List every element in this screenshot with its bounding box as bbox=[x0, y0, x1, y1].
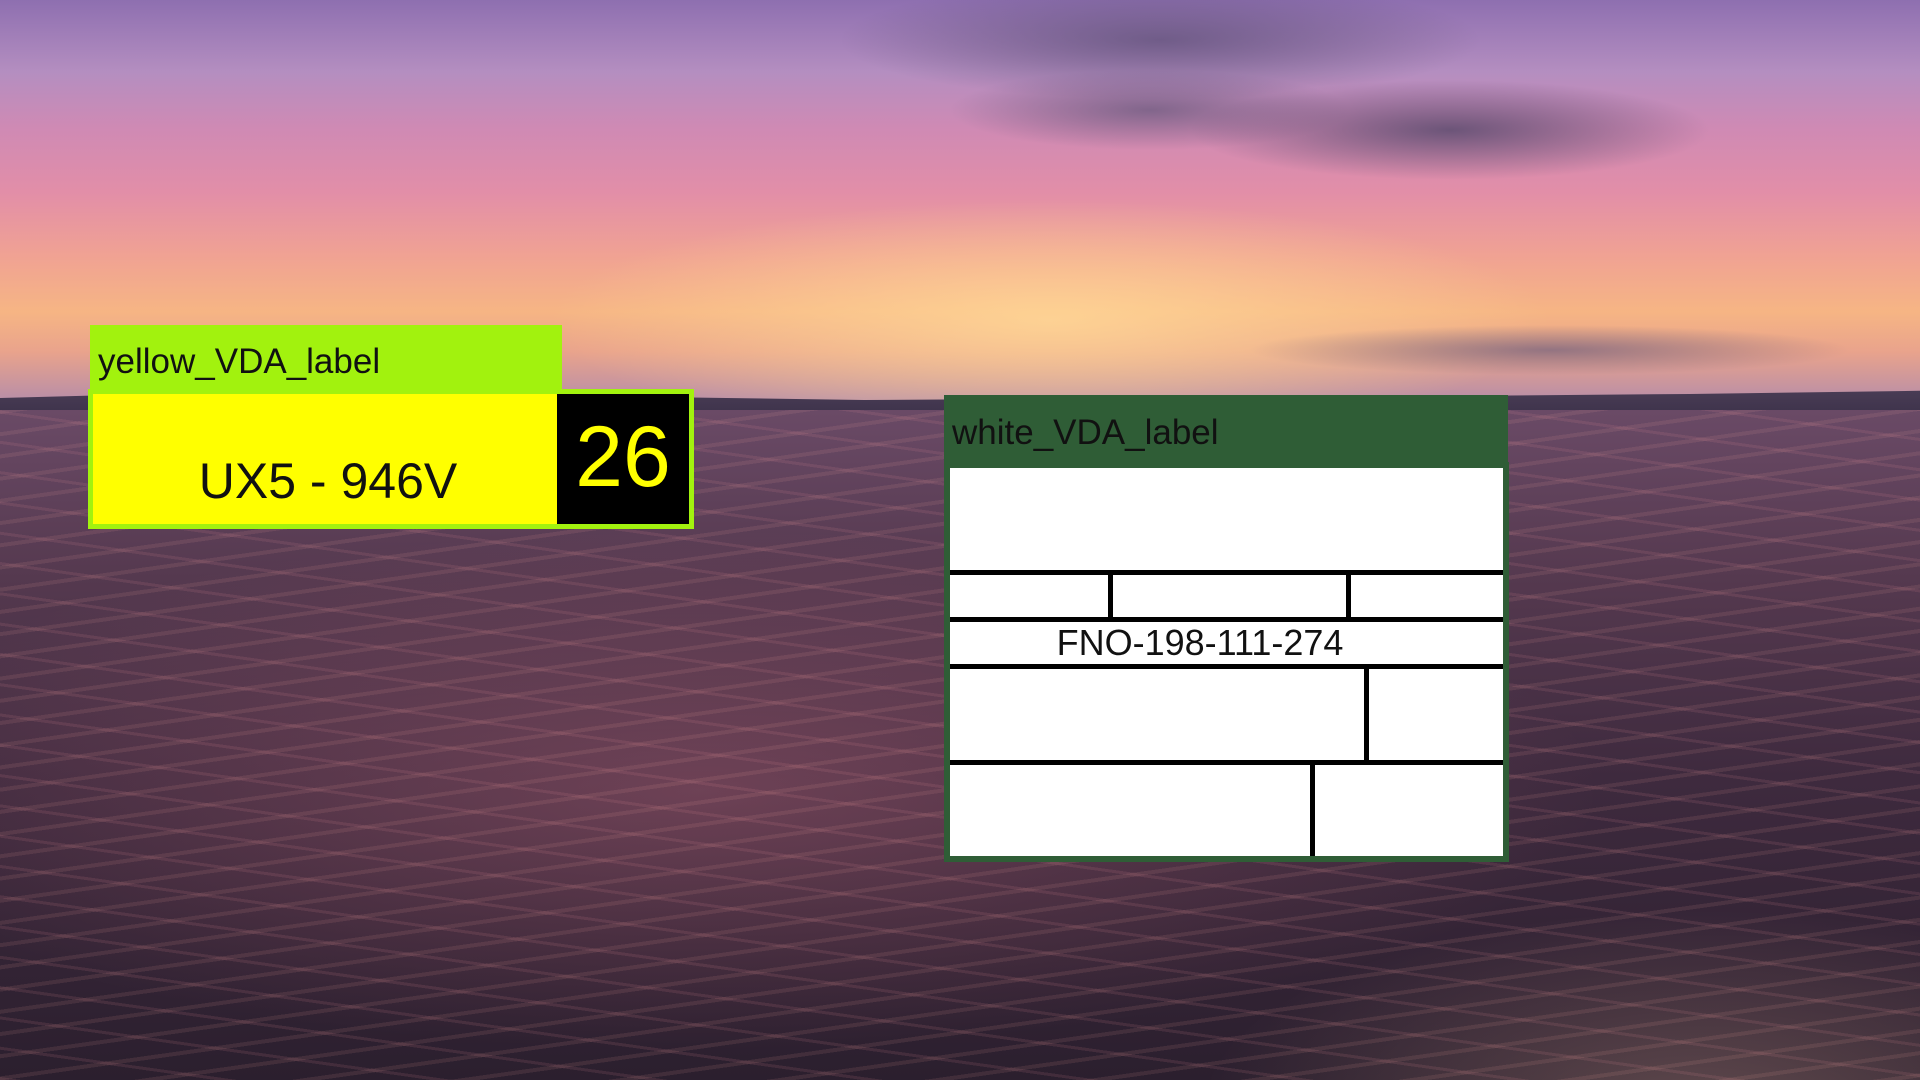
white-label-tag: white_VDA_label bbox=[944, 395, 1508, 463]
yellow-label-tag-text: yellow_VDA_label bbox=[98, 342, 381, 381]
yellow-vda-label[interactable]: UX5 - 946V 26 bbox=[88, 389, 694, 529]
white-label-tag-text: white_VDA_label bbox=[952, 413, 1219, 452]
grid-divider-1a bbox=[1108, 575, 1113, 617]
yellow-label-number: 26 bbox=[557, 394, 689, 524]
grid-divider-4 bbox=[1310, 765, 1315, 856]
white-label-code: FNO-198-111-274 bbox=[1056, 622, 1344, 663]
yellow-label-tag: yellow_VDA_label bbox=[90, 325, 562, 393]
grid-divider-1b bbox=[1346, 575, 1351, 617]
grid-line-3 bbox=[950, 664, 1503, 669]
grid-line-1 bbox=[950, 570, 1503, 575]
white-vda-label[interactable]: FNO-198-111-274 bbox=[944, 462, 1509, 862]
grid-divider-3 bbox=[1364, 669, 1369, 760]
yellow-label-code: UX5 - 946V bbox=[198, 453, 458, 509]
grid-line-4 bbox=[950, 760, 1503, 765]
